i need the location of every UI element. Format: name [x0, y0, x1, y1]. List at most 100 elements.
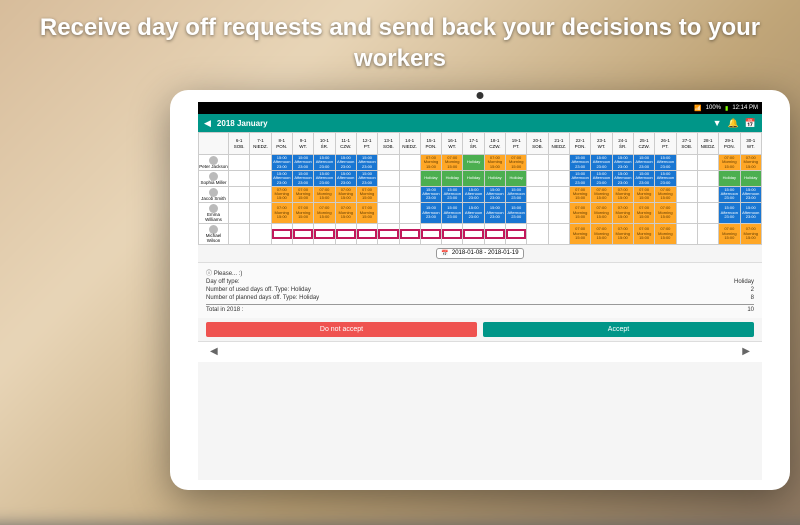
date-range-pill[interactable]: 📅 2018-01-08 - 2018-01-19	[436, 248, 523, 259]
shift-cell[interactable]: 15:00Afternoon23:00	[591, 170, 612, 186]
selected-cell[interactable]	[314, 223, 335, 244]
shift-cell[interactable]: 07:00Morning15:00	[612, 223, 633, 244]
empty-cell[interactable]	[697, 186, 718, 202]
shift-cell[interactable]: 07:00Morning15:00	[356, 202, 377, 223]
legend-chip-morning[interactable]: 07:00Morning15:00	[225, 345, 249, 359]
shift-cell[interactable]: Holiday	[719, 170, 740, 186]
shift-cell[interactable]: 15:00Afternoon23:00	[633, 155, 654, 171]
shift-cell[interactable]: 07:00Morning15:00	[506, 155, 527, 171]
day-header[interactable]: 27-1SOB.	[676, 133, 697, 155]
shift-cell[interactable]: 15:00Afternoon23:00	[335, 170, 356, 186]
shift-cell[interactable]: 07:00Morning15:00	[633, 202, 654, 223]
day-header[interactable]: 20-1SOB.	[527, 133, 548, 155]
selected-cell[interactable]	[463, 223, 484, 244]
empty-cell[interactable]	[527, 155, 548, 171]
day-header[interactable]: 14-1NIEDZ.	[399, 133, 420, 155]
day-header[interactable]: 11-1CZW.	[335, 133, 356, 155]
empty-cell[interactable]	[676, 155, 697, 171]
shift-cell[interactable]: 15:00Afternoon23:00	[484, 186, 505, 202]
day-header[interactable]: 9-1WT.	[292, 133, 313, 155]
selected-cell[interactable]	[271, 223, 292, 244]
empty-cell[interactable]	[697, 155, 718, 171]
empty-cell[interactable]	[250, 170, 271, 186]
shift-cell[interactable]: Holiday	[463, 170, 484, 186]
shift-cell[interactable]: 07:00Morning15:00	[612, 202, 633, 223]
shift-cell[interactable]: 07:00Morning15:00	[591, 186, 612, 202]
shift-cell[interactable]: Holiday	[463, 155, 484, 171]
empty-cell[interactable]	[229, 155, 250, 171]
empty-cell[interactable]	[250, 186, 271, 202]
shift-cell[interactable]: 07:00Morning15:00	[570, 186, 591, 202]
shift-cell[interactable]: 07:00Morning15:00	[719, 155, 740, 171]
empty-cell[interactable]	[697, 170, 718, 186]
empty-cell[interactable]	[548, 155, 569, 171]
shift-cell[interactable]: 07:00Morning15:00	[271, 186, 292, 202]
shift-cell[interactable]: 07:00Morning15:00	[442, 155, 463, 171]
calendar-icon[interactable]: 📅	[745, 118, 756, 129]
empty-cell[interactable]	[548, 186, 569, 202]
selected-cell[interactable]	[335, 223, 356, 244]
day-header[interactable]: 10-1ŚR.	[314, 133, 335, 155]
shift-cell[interactable]: 15:00Afternoon23:00	[740, 202, 762, 223]
day-header[interactable]: 13-1SOB.	[378, 133, 399, 155]
selected-cell[interactable]	[506, 223, 527, 244]
day-header[interactable]: 28-1NIEDZ.	[697, 133, 718, 155]
shift-cell[interactable]: 15:00Afternoon23:00	[506, 202, 527, 223]
shift-cell[interactable]: 15:00Afternoon23:00	[292, 170, 313, 186]
empty-cell[interactable]	[229, 223, 250, 244]
reject-button[interactable]: Do not accept	[206, 322, 477, 337]
legend-prev-icon[interactable]: ◀	[206, 346, 222, 357]
shift-cell[interactable]: 15:00Afternoon23:00	[271, 170, 292, 186]
empty-cell[interactable]	[676, 170, 697, 186]
empty-cell[interactable]	[527, 170, 548, 186]
shift-cell[interactable]: 15:00Afternoon23:00	[314, 170, 335, 186]
selected-cell[interactable]	[399, 223, 420, 244]
shift-cell[interactable]: 15:00Afternoon23:00	[506, 186, 527, 202]
shift-cell[interactable]: 07:00Morning15:00	[655, 202, 676, 223]
shift-cell[interactable]: 15:00Afternoon23:00	[591, 155, 612, 171]
day-header[interactable]: 12-1PT.	[356, 133, 377, 155]
empty-cell[interactable]	[527, 186, 548, 202]
shift-cell[interactable]: 07:00Morning15:00	[633, 186, 654, 202]
day-header[interactable]: 16-1WT.	[442, 133, 463, 155]
employee-cell[interactable]: Emma Williams	[199, 202, 229, 223]
empty-cell[interactable]	[229, 170, 250, 186]
employee-cell[interactable]: Sophia Miller	[199, 170, 229, 186]
empty-cell[interactable]	[548, 223, 569, 244]
shift-cell[interactable]: 15:00Afternoon23:00	[271, 155, 292, 171]
selected-cell[interactable]	[420, 223, 441, 244]
empty-cell[interactable]	[250, 155, 271, 171]
shift-cell[interactable]: 15:00Afternoon23:00	[484, 202, 505, 223]
shift-cell[interactable]: 15:00Afternoon23:00	[314, 155, 335, 171]
shift-cell[interactable]: 15:00Afternoon23:00	[292, 155, 313, 171]
shift-cell[interactable]: Holiday	[506, 170, 527, 186]
back-icon[interactable]: ◀	[204, 118, 211, 129]
empty-cell[interactable]	[676, 223, 697, 244]
selected-cell[interactable]	[378, 223, 399, 244]
empty-cell[interactable]	[378, 202, 399, 223]
shift-cell[interactable]: 07:00Morning15:00	[335, 186, 356, 202]
shift-cell[interactable]: 07:00Morning15:00	[570, 202, 591, 223]
empty-cell[interactable]	[378, 170, 399, 186]
shift-cell[interactable]: 07:00Morning15:00	[420, 155, 441, 171]
selected-cell[interactable]	[292, 223, 313, 244]
shift-cell[interactable]: 15:00Afternoon23:00	[420, 202, 441, 223]
shift-cell[interactable]: 07:00Morning15:00	[612, 186, 633, 202]
shift-cell[interactable]: 07:00Morning15:00	[591, 223, 612, 244]
empty-cell[interactable]	[399, 170, 420, 186]
shift-cell[interactable]: 07:00Morning15:00	[356, 186, 377, 202]
shift-cell[interactable]: 07:00Morning15:00	[719, 223, 740, 244]
empty-cell[interactable]	[378, 155, 399, 171]
empty-cell[interactable]	[399, 186, 420, 202]
empty-cell[interactable]	[527, 223, 548, 244]
shift-cell[interactable]: 15:00Afternoon23:00	[655, 155, 676, 171]
empty-cell[interactable]	[697, 223, 718, 244]
shift-cell[interactable]: 15:00Afternoon23:00	[463, 186, 484, 202]
day-header[interactable]: 18-1CZW.	[484, 133, 505, 155]
shift-cell[interactable]: 07:00Morning15:00	[314, 202, 335, 223]
shift-cell[interactable]: 15:00Afternoon23:00	[442, 202, 463, 223]
shift-cell[interactable]: 15:00Afternoon23:00	[633, 170, 654, 186]
employee-cell[interactable]: Michael Wilson	[199, 223, 229, 244]
empty-cell[interactable]	[250, 223, 271, 244]
shift-cell[interactable]: Holiday	[484, 170, 505, 186]
